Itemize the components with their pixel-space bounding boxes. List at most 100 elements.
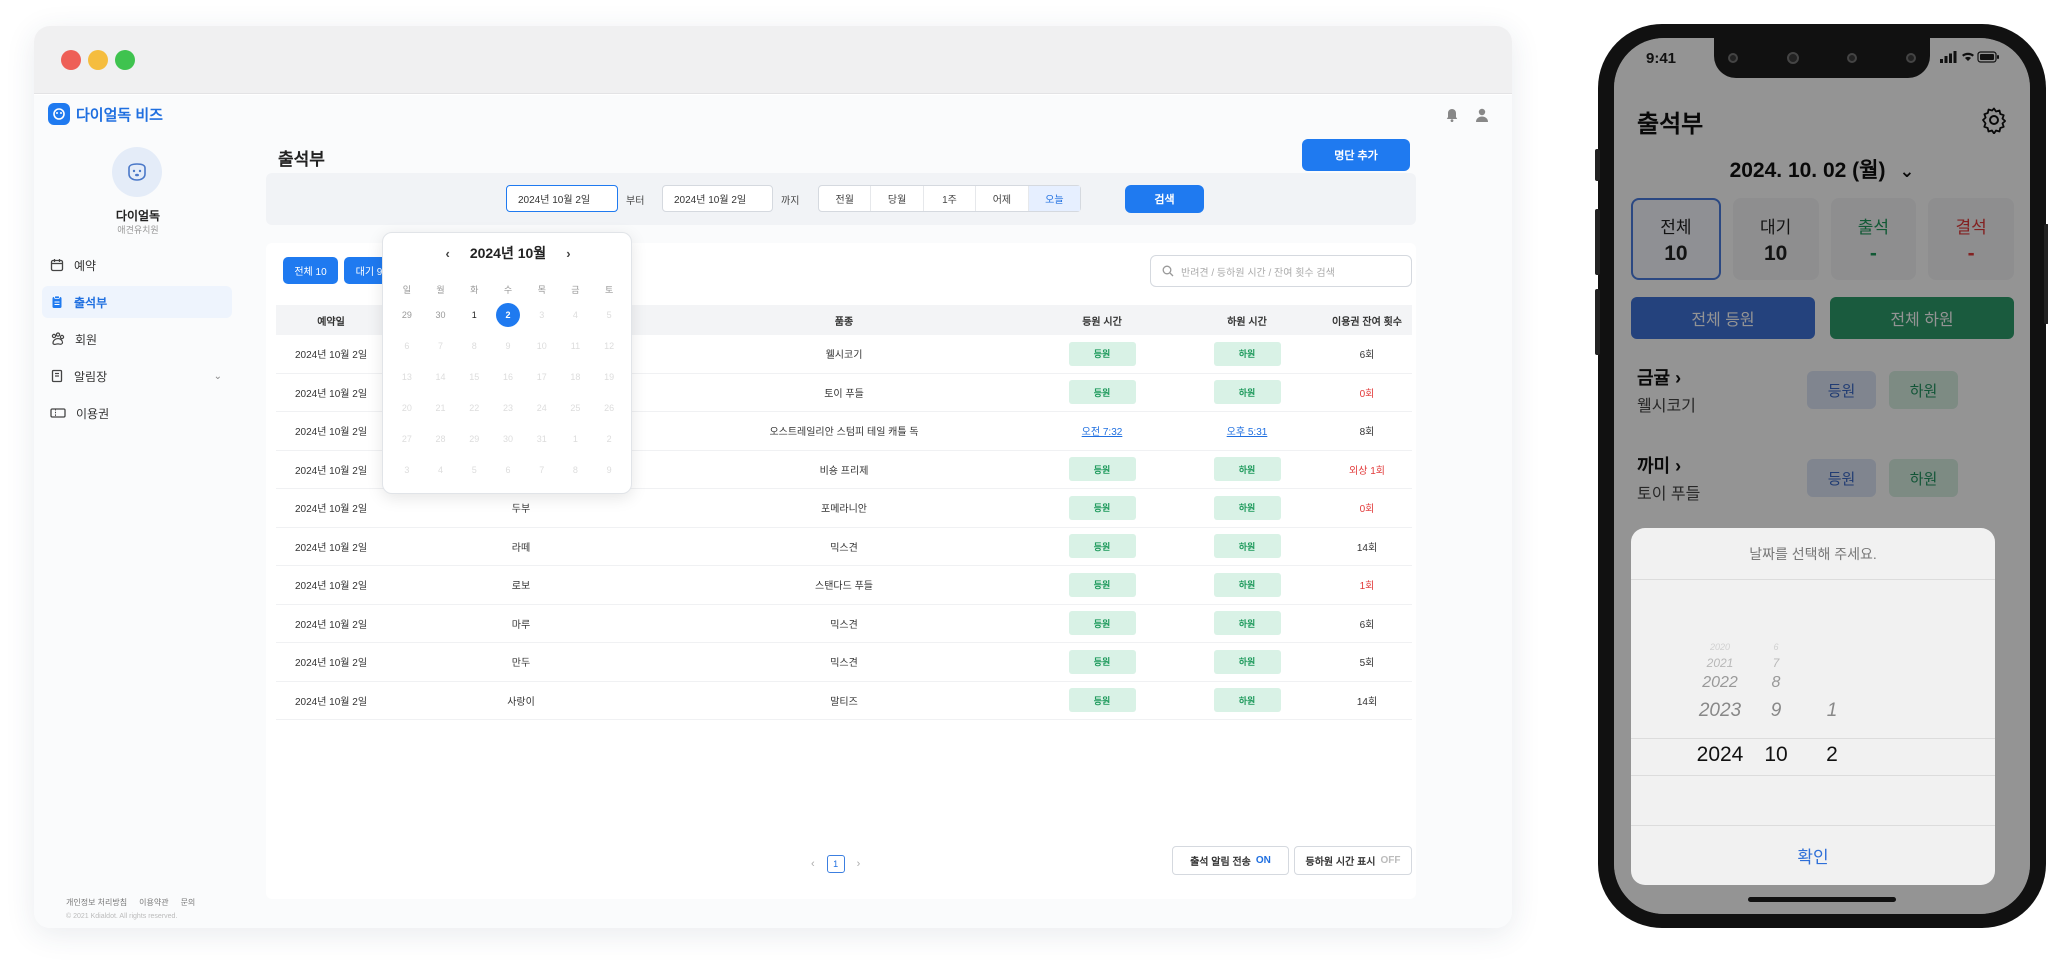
calendar-day[interactable]: 2	[491, 299, 525, 330]
range-this-month[interactable]: 당월	[871, 186, 924, 211]
sidebar-item-pass[interactable]: 이용권	[42, 397, 232, 429]
calendar-day[interactable]: 6	[390, 330, 424, 361]
calendar-day[interactable]: 5	[592, 299, 626, 330]
calendar-day[interactable]: 25	[559, 392, 593, 423]
table-search-input[interactable]: 반려견 / 등하원 시간 / 잔여 횟수 검색	[1150, 255, 1412, 287]
range-yesterday[interactable]: 어제	[976, 186, 1029, 211]
calendar-day[interactable]: 20	[390, 392, 424, 423]
calendar-day[interactable]: 24	[525, 392, 559, 423]
date-wheel-picker[interactable]: 2020 2021 2022 2023 2024 6 7 8 9 10 12	[1631, 580, 1995, 826]
calendar-day[interactable]: 14	[424, 361, 458, 392]
checkin-button[interactable]: 등원	[1068, 534, 1136, 559]
picker-option[interactable]: 6	[1751, 642, 1801, 652]
calendar-day[interactable]: 10	[525, 330, 559, 361]
selected-day[interactable]: 2	[495, 302, 520, 327]
calendar-day[interactable]: 3	[525, 299, 559, 330]
table-row[interactable]: 2024년 10월 2일 로보 스탠다드 푸들 등원 하원 1회	[276, 566, 1412, 605]
page-number[interactable]: 1	[826, 855, 845, 873]
table-row[interactable]: 2024년 10월 2일 마루 믹스견 등원 하원 6회	[276, 605, 1412, 643]
table-row[interactable]: 2024년 10월 2일 사랑이 말티즈 등원 하원 14회	[276, 682, 1412, 720]
calendar-day[interactable]: 6	[491, 454, 525, 485]
checkin-button[interactable]: 등원	[1068, 380, 1136, 405]
checkout-button[interactable]: 하원	[1213, 688, 1281, 713]
table-row[interactable]: 2024년 10월 2일 만두 믹스견 등원 하원 5회	[276, 643, 1412, 682]
calendar-day[interactable]: 31	[525, 423, 559, 454]
checkin-button[interactable]: 등원	[1068, 457, 1136, 482]
calendar-day[interactable]: 30	[491, 423, 525, 454]
notify-toggle[interactable]: 출석 알림 전송 ON	[1172, 846, 1289, 875]
calendar-day[interactable]: 16	[491, 361, 525, 392]
calendar-day[interactable]: 1	[559, 423, 593, 454]
table-row[interactable]: 2024년 10월 2일 라떼 믹스견 등원 하원 14회	[276, 528, 1412, 566]
calendar-day[interactable]: 5	[457, 454, 491, 485]
checkout-button[interactable]: 하원	[1213, 495, 1281, 520]
date-from-input[interactable]: 2024년 10월 2일	[506, 185, 618, 212]
calendar-day[interactable]: 29	[390, 299, 424, 330]
range-today[interactable]: 오늘	[1028, 186, 1081, 211]
calendar-day[interactable]: 8	[559, 454, 593, 485]
picker-option[interactable]: 10	[1751, 743, 1801, 767]
checkin-time-link[interactable]: 오전 7:32	[1082, 423, 1123, 438]
calendar-day[interactable]: 9	[491, 330, 525, 361]
sidebar-item-members[interactable]: 회원	[42, 323, 232, 355]
terms-link[interactable]: 이용약관	[139, 897, 168, 908]
calendar-day[interactable]: 21	[424, 392, 458, 423]
checkout-button[interactable]: 하원	[1213, 649, 1281, 674]
calendar-day[interactable]: 11	[559, 330, 593, 361]
calendar-day[interactable]: 27	[390, 423, 424, 454]
picker-option[interactable]: 7	[1751, 656, 1801, 670]
next-page-icon[interactable]: ›	[857, 858, 861, 870]
logo[interactable]: 다이얼독 비즈	[48, 103, 163, 125]
calendar-day[interactable]: 2	[592, 423, 626, 454]
checkout-button[interactable]: 하원	[1213, 457, 1281, 482]
chevron-down-icon[interactable]: ⌄	[214, 371, 222, 382]
checkout-time-link[interactable]: 오후 5:31	[1227, 423, 1268, 438]
calendar-day[interactable]: 7	[424, 330, 458, 361]
calendar-day[interactable]: 13	[390, 361, 424, 392]
user-icon[interactable]	[1474, 107, 1490, 128]
contact-link[interactable]: 문의	[181, 897, 196, 908]
checkout-button[interactable]: 하원	[1213, 611, 1281, 636]
sidebar-item-reservation[interactable]: 예약	[42, 249, 232, 281]
privacy-link[interactable]: 개인정보 처리방침	[66, 897, 127, 908]
range-prev-month[interactable]: 전월	[819, 186, 872, 211]
table-row[interactable]: 2024년 10월 2일 두부 포메라니안 등원 하원 0회	[276, 489, 1412, 528]
checkout-button[interactable]: 하원	[1213, 380, 1281, 405]
range-week[interactable]: 1주	[924, 186, 977, 211]
calendar-day[interactable]: 26	[592, 392, 626, 423]
minimize-window-button[interactable]	[88, 50, 108, 70]
checkin-button[interactable]: 등원	[1068, 341, 1136, 366]
picker-option[interactable]: 1	[1807, 700, 1857, 722]
checkin-button[interactable]: 등원	[1068, 688, 1136, 713]
calendar-day[interactable]: 1	[457, 299, 491, 330]
calendar-day[interactable]: 18	[559, 361, 593, 392]
calendar-day[interactable]: 3	[390, 454, 424, 485]
sidebar-item-attendance[interactable]: 출석부	[42, 286, 232, 318]
picker-option[interactable]: 9	[1751, 700, 1801, 722]
calendar-day[interactable]: 29	[457, 423, 491, 454]
calendar-day[interactable]: 23	[491, 392, 525, 423]
calendar-day[interactable]: 28	[424, 423, 458, 454]
checkin-button[interactable]: 등원	[1068, 649, 1136, 674]
calendar-day[interactable]: 12	[592, 330, 626, 361]
close-window-button[interactable]	[61, 50, 81, 70]
checkin-button[interactable]: 등원	[1068, 495, 1136, 520]
chip-all[interactable]: 전체 10	[283, 257, 338, 284]
confirm-button[interactable]: 확인	[1631, 825, 1995, 885]
checkout-button[interactable]: 하원	[1213, 534, 1281, 559]
bell-icon[interactable]	[1444, 107, 1460, 128]
calendar-day[interactable]: 4	[424, 454, 458, 485]
calendar-day[interactable]: 15	[457, 361, 491, 392]
calendar-day[interactable]: 8	[457, 330, 491, 361]
calendar-day[interactable]: 30	[424, 299, 458, 330]
search-button[interactable]: 검색	[1125, 185, 1204, 213]
checkin-button[interactable]: 등원	[1068, 611, 1136, 636]
calendar-day[interactable]: 7	[525, 454, 559, 485]
calendar-day[interactable]: 4	[559, 299, 593, 330]
checkout-button[interactable]: 하원	[1213, 341, 1281, 366]
calendar-day[interactable]: 17	[525, 361, 559, 392]
prev-page-icon[interactable]: ‹	[811, 858, 815, 870]
checkin-button[interactable]: 등원	[1068, 572, 1136, 597]
prev-month-icon[interactable]: ‹	[445, 246, 449, 261]
calendar-day[interactable]: 9	[592, 454, 626, 485]
